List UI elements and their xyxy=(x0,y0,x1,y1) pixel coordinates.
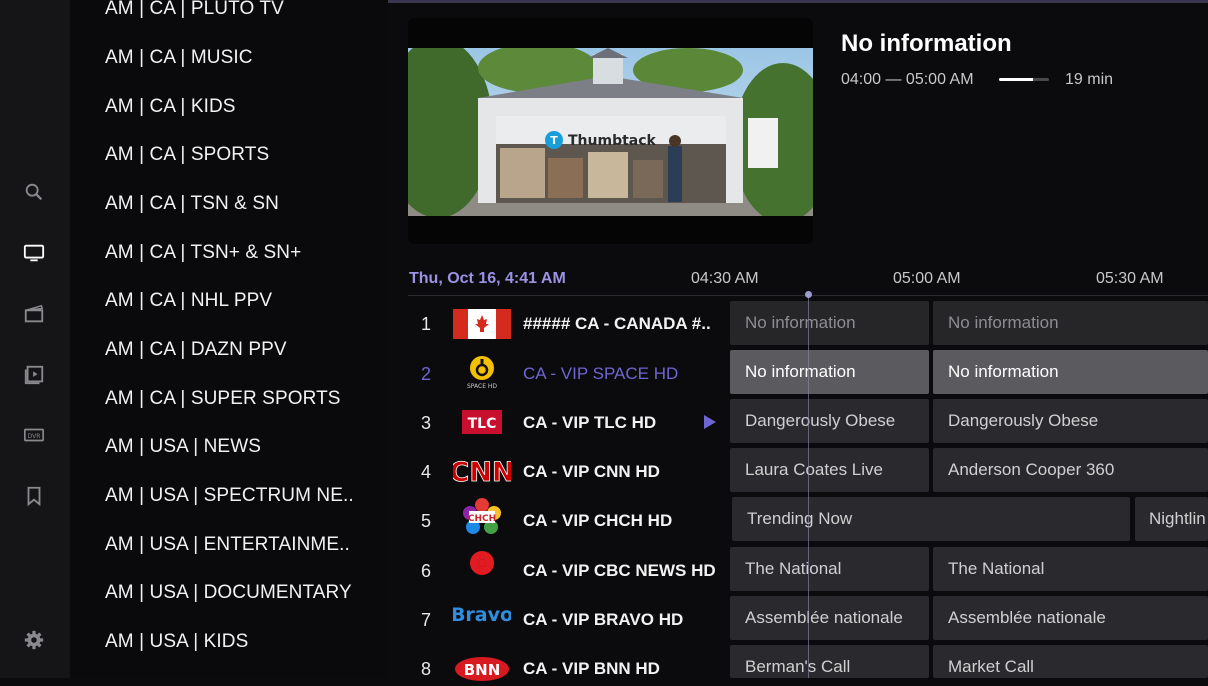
bravo-logo-icon: Bravo xyxy=(453,599,511,631)
program-cell[interactable]: Nightlin xyxy=(1135,497,1208,541)
program-progress-bar xyxy=(999,78,1049,81)
movies-icon[interactable] xyxy=(20,300,48,328)
time-slot-label: 05:00 AM xyxy=(893,270,961,287)
play-arrow-icon[interactable] xyxy=(704,415,716,429)
tv-icon[interactable] xyxy=(20,239,48,267)
channel-number: 8 xyxy=(420,659,431,679)
program-cell[interactable]: No information xyxy=(730,350,929,394)
program-cell[interactable]: Anderson Cooper 360 xyxy=(933,448,1208,492)
channel-name: CA - VIP CNN HD xyxy=(523,462,660,481)
category-item[interactable]: AM | CA | DAZN PPV xyxy=(105,339,287,361)
program-cell[interactable]: Market Call xyxy=(933,645,1208,678)
channel-name: CA - VIP CHCH HD xyxy=(523,511,673,530)
channel-number: 1 xyxy=(420,314,431,334)
program-progress-fill xyxy=(999,78,1033,81)
category-list: AM | CA | PLUTO TV AM | CA | MUSIC AM | … xyxy=(70,0,388,678)
channel-number: 6 xyxy=(420,561,431,581)
program-cell[interactable]: Laura Coates Live xyxy=(730,448,929,492)
program-cell[interactable]: Dangerously Obese xyxy=(933,399,1208,443)
search-icon[interactable] xyxy=(20,178,48,206)
tlc-logo-icon: TLC xyxy=(453,407,511,439)
current-time-line xyxy=(808,295,809,678)
category-item[interactable]: AM | CA | SPORTS xyxy=(105,144,269,166)
program-cell[interactable]: The National xyxy=(730,547,929,591)
program-title: No information xyxy=(841,30,1012,57)
channel-name: CA - VIP SPACE HD xyxy=(523,364,679,383)
channel-number: 5 xyxy=(420,511,431,531)
category-item[interactable]: AM | CA | TSN+ & SN+ xyxy=(105,242,301,264)
category-item[interactable]: AM | CA | NHL PPV xyxy=(105,290,272,312)
program-cell[interactable]: Dangerously Obese xyxy=(730,399,929,443)
category-item[interactable]: AM | CA | SUPER SPORTS xyxy=(105,388,341,410)
bnn-logo-icon: BNN xyxy=(453,654,511,686)
current-date-time: Thu, Oct 16, 4:41 AM xyxy=(409,270,566,287)
bookmark-icon[interactable] xyxy=(20,482,48,510)
program-cell[interactable]: Assemblée nationale xyxy=(730,596,929,640)
svg-text:DVR: DVR xyxy=(28,433,41,440)
current-time-dot xyxy=(805,291,812,298)
cnn-logo-icon: CNN xyxy=(453,455,511,487)
channel-number: 4 xyxy=(420,462,431,482)
program-remaining: 19 min xyxy=(1065,71,1114,88)
channel-name: CA - VIP BRAVO HD xyxy=(523,610,684,629)
program-cell[interactable]: The National xyxy=(933,547,1208,591)
channel-name: CA - VIP CBC NEWS HD xyxy=(523,561,716,580)
series-icon[interactable] xyxy=(20,361,48,389)
category-item[interactable]: AM | CA | PLUTO TV xyxy=(105,0,284,20)
video-frame: T Thumbtack xyxy=(408,48,813,216)
channel-name: CA - VIP TLC HD xyxy=(523,413,657,432)
program-cell[interactable]: Trending Now xyxy=(732,497,1130,541)
svg-text:CNN: CNN xyxy=(453,457,511,487)
svg-text:Bravo: Bravo xyxy=(453,604,511,626)
channel-number: 3 xyxy=(420,413,431,433)
channel-number: 2 xyxy=(420,364,431,384)
svg-text:CHCH: CHCH xyxy=(468,514,496,524)
program-cell[interactable]: Assemblée nationale xyxy=(933,596,1208,640)
settings-icon[interactable] xyxy=(20,626,48,654)
svg-text:TLC: TLC xyxy=(468,416,497,432)
brand-text: Thumbtack xyxy=(568,133,657,149)
program-time-range: 04:00 — 05:00 AM xyxy=(841,71,974,88)
cbc-logo-icon xyxy=(453,549,511,581)
program-cell[interactable]: Berman's Call xyxy=(730,645,929,678)
category-item[interactable]: AM | USA | NEWS xyxy=(105,436,261,458)
channel-name: CA - VIP BNN HD xyxy=(523,659,660,678)
video-preview[interactable]: T Thumbtack xyxy=(408,18,813,244)
program-cell[interactable]: No information xyxy=(933,301,1208,345)
category-item[interactable]: AM | USA | DOCUMENTARY xyxy=(105,582,352,604)
svg-text:SPACE HD: SPACE HD xyxy=(467,383,497,390)
channel-name: ##### CA - CANADA #.. xyxy=(523,314,711,333)
category-item[interactable]: AM | USA | SPECTRUM NE.. xyxy=(105,485,354,507)
svg-text:BNN: BNN xyxy=(464,661,501,679)
category-item[interactable]: AM | USA | ENTERTAINME.. xyxy=(105,534,350,556)
canada-flag-icon xyxy=(453,308,511,340)
space-logo-icon: SPACE HD xyxy=(453,356,511,390)
time-slot-label: 04:30 AM xyxy=(691,270,759,287)
program-cell[interactable]: No information xyxy=(730,301,929,345)
dvr-icon[interactable]: DVR xyxy=(20,421,48,449)
category-item[interactable]: AM | USA | KIDS xyxy=(105,631,248,653)
time-slot-label: 05:30 AM xyxy=(1096,270,1164,287)
side-rail: DVR xyxy=(0,0,70,678)
program-cell[interactable]: No information xyxy=(933,350,1208,394)
channel-number: 7 xyxy=(420,610,431,630)
chch-logo-icon: CHCH xyxy=(453,498,511,534)
category-item[interactable]: AM | CA | MUSIC xyxy=(105,47,253,69)
category-item[interactable]: AM | CA | KIDS xyxy=(105,96,236,118)
svg-text:T: T xyxy=(550,134,558,147)
category-item[interactable]: AM | CA | TSN & SN xyxy=(105,193,279,215)
